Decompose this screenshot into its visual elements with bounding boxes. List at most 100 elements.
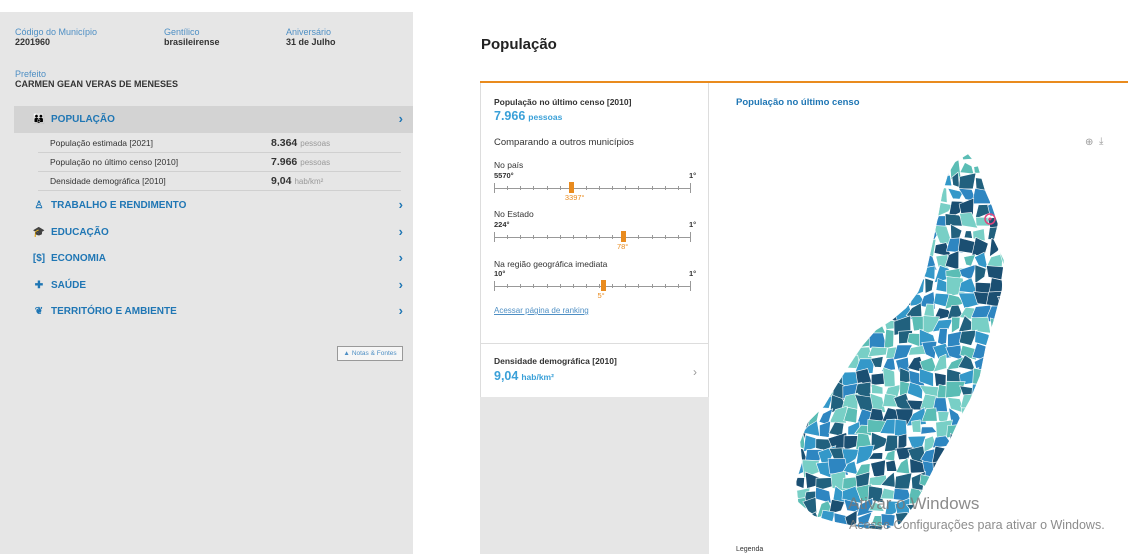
municipality-region[interactable] (997, 315, 1015, 330)
municipality-region[interactable] (911, 419, 922, 433)
municipality-region[interactable] (987, 226, 1004, 240)
municipality-region[interactable] (1003, 278, 1013, 297)
municipality-region[interactable] (845, 542, 858, 550)
municipality-region[interactable] (924, 277, 934, 294)
municipality-region[interactable] (984, 484, 1004, 505)
municipality-region[interactable] (989, 422, 1003, 440)
municipality-region[interactable] (846, 333, 862, 345)
municipality-region[interactable] (919, 538, 937, 550)
municipality-region[interactable] (897, 212, 913, 231)
municipality-region[interactable] (802, 279, 824, 291)
municipality-region[interactable] (924, 163, 935, 179)
municipality-region[interactable] (972, 537, 990, 550)
municipality-region[interactable] (805, 344, 821, 359)
municipality-region[interactable] (996, 420, 1016, 440)
section-educacao[interactable]: 🎓 EDUCAÇÃO › (14, 219, 413, 246)
municipality-region[interactable] (829, 539, 847, 550)
municipality-region[interactable] (996, 497, 1017, 516)
municipality-region[interactable] (892, 263, 914, 281)
municipality-region[interactable] (867, 190, 889, 204)
municipality-region[interactable] (880, 228, 896, 245)
municipality-region[interactable] (820, 540, 832, 550)
municipality-region[interactable] (945, 471, 966, 487)
municipality-region[interactable] (830, 263, 850, 279)
municipality-region[interactable] (985, 460, 1003, 476)
municipality-region[interactable] (1015, 160, 1030, 178)
municipality-region[interactable] (844, 253, 861, 270)
municipality-region[interactable] (793, 295, 807, 305)
municipality-region[interactable] (1010, 447, 1030, 463)
municipality-region[interactable] (883, 328, 895, 350)
municipality-region[interactable] (894, 278, 912, 296)
municipality-region[interactable] (908, 537, 924, 550)
municipality-region[interactable] (780, 354, 793, 372)
notes-sources-button[interactable]: ▲ Notas & Fontes (337, 346, 403, 361)
municipality-region[interactable] (984, 386, 1003, 401)
municipality-region[interactable] (958, 419, 977, 437)
municipality-region[interactable] (1010, 303, 1026, 317)
municipality-region[interactable] (803, 237, 820, 253)
municipality-region[interactable] (831, 523, 844, 540)
municipality-region[interactable] (842, 199, 859, 217)
municipality-region[interactable] (845, 188, 857, 204)
municipality-region[interactable] (934, 477, 949, 489)
municipality-region[interactable] (905, 150, 925, 168)
municipality-region[interactable] (780, 212, 797, 233)
municipality-region[interactable] (931, 185, 948, 204)
municipality-region[interactable] (780, 280, 795, 293)
municipality-region[interactable] (815, 238, 832, 255)
municipality-region[interactable] (893, 166, 913, 176)
section-economia[interactable]: [$] ECONOMIA › (14, 245, 413, 272)
municipality-region[interactable] (803, 213, 823, 231)
municipality-region[interactable] (780, 295, 798, 309)
municipality-region[interactable] (919, 171, 941, 191)
municipality-region[interactable] (828, 254, 849, 270)
municipality-region[interactable] (1015, 315, 1029, 333)
municipality-region[interactable] (984, 410, 1004, 424)
municipality-region[interactable] (871, 383, 884, 395)
municipality-region[interactable] (841, 160, 862, 177)
municipality-region[interactable] (782, 189, 796, 204)
municipality-region[interactable] (895, 457, 911, 475)
municipality-region[interactable] (780, 305, 791, 320)
municipality-region[interactable] (793, 159, 811, 179)
municipality-region[interactable] (827, 225, 843, 243)
municipality-region[interactable] (973, 163, 991, 174)
municipality-region[interactable] (820, 159, 831, 177)
municipality-region[interactable] (988, 342, 1005, 359)
municipality-region[interactable] (1014, 191, 1029, 205)
municipality-region[interactable] (1003, 265, 1016, 283)
municipality-region[interactable] (880, 200, 901, 219)
municipality-region[interactable] (802, 150, 823, 168)
municipality-region[interactable] (855, 212, 869, 227)
municipality-region[interactable] (870, 306, 885, 321)
municipality-region[interactable] (997, 211, 1017, 226)
municipality-region[interactable] (881, 211, 900, 232)
municipality-region[interactable] (892, 199, 914, 220)
municipality-region[interactable] (789, 406, 808, 427)
municipality-region[interactable] (791, 275, 809, 292)
municipality-region[interactable] (959, 212, 979, 229)
municipality-region[interactable] (817, 316, 836, 335)
municipality-region[interactable] (1015, 473, 1029, 490)
municipality-region[interactable] (855, 161, 872, 177)
municipality-region[interactable] (792, 328, 809, 345)
municipality-region[interactable] (882, 267, 901, 285)
municipality-region[interactable] (1002, 225, 1013, 245)
municipality-region[interactable] (814, 265, 836, 279)
municipality-region[interactable] (792, 357, 809, 375)
municipality-region[interactable] (895, 223, 908, 246)
municipality-region[interactable] (1016, 198, 1031, 214)
municipality-region[interactable] (804, 318, 823, 331)
municipality-region[interactable] (802, 511, 821, 529)
municipality-region[interactable] (805, 205, 822, 219)
municipality-region[interactable] (815, 185, 834, 204)
municipality-region[interactable] (998, 472, 1017, 491)
municipality-region[interactable] (830, 346, 846, 357)
section-saude[interactable]: ✚ SAÚDE › (14, 272, 413, 299)
municipality-region[interactable] (790, 249, 809, 272)
municipality-region[interactable] (827, 213, 846, 230)
municipality-region[interactable] (831, 185, 850, 204)
municipality-region[interactable] (945, 458, 967, 480)
municipality-region[interactable] (984, 367, 1004, 384)
